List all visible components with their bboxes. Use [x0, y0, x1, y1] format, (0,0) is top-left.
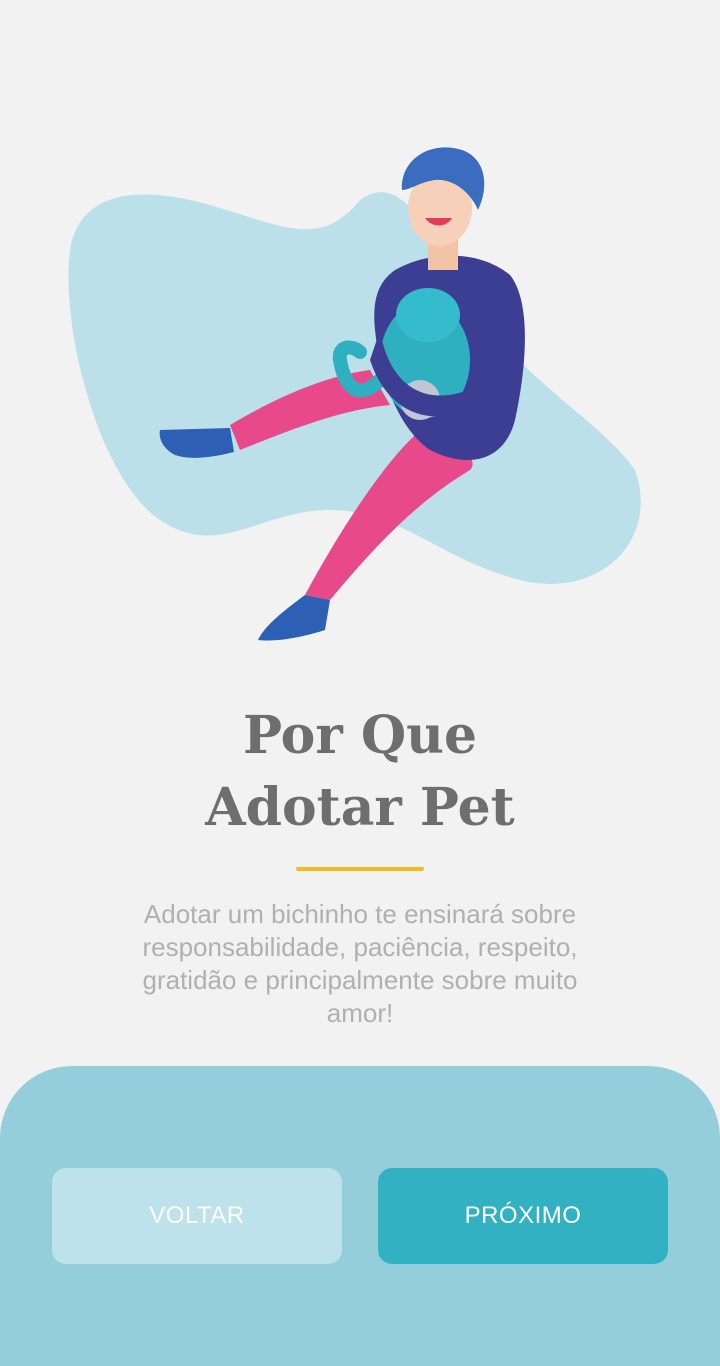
- cat-head: [396, 288, 460, 342]
- title-underline: [296, 867, 424, 871]
- description-text: Adotar um bichinho te ensinará sobre res…: [142, 899, 578, 1028]
- person-holding-cat-illustration: [0, 0, 720, 660]
- back-button[interactable]: VOLTAR: [52, 1168, 342, 1264]
- title-line-2: Adotar Pet: [205, 777, 515, 838]
- title-line-1: Por Que: [242, 705, 478, 766]
- page-title: Por Que Adotar Pet: [0, 700, 720, 844]
- bottom-panel: VOLTAR PRÓXIMO: [0, 1066, 720, 1366]
- next-button[interactable]: PRÓXIMO: [378, 1168, 668, 1264]
- shoe-right: [258, 595, 330, 641]
